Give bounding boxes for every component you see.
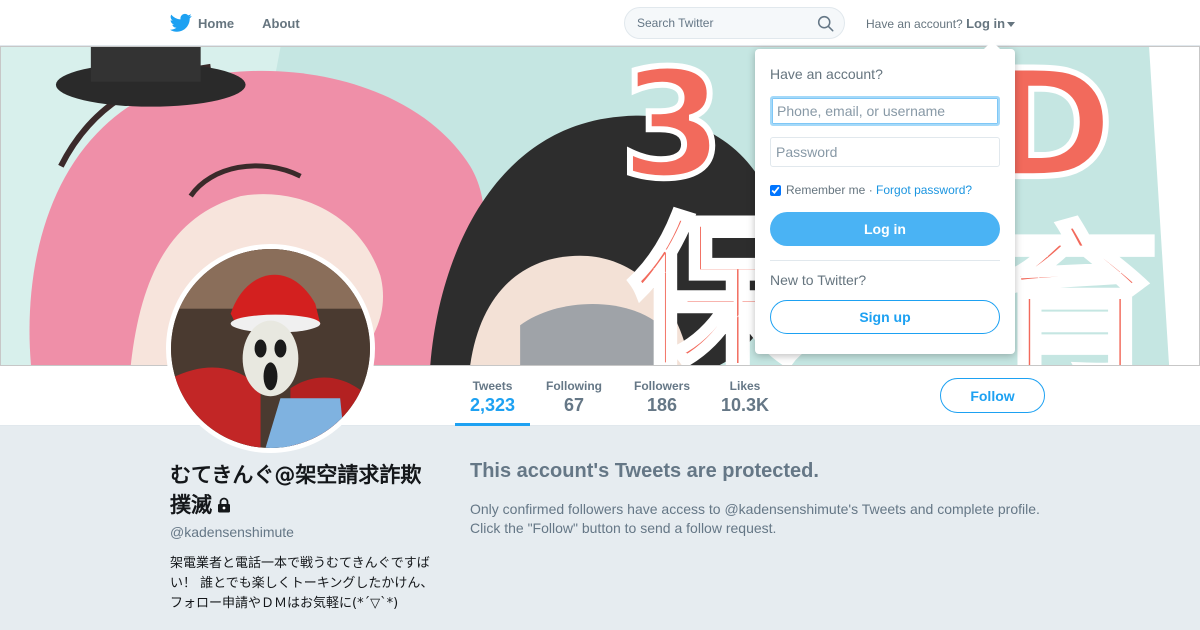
profile-name-row: むてきんぐ@架空請求詐欺撲滅 (170, 460, 435, 520)
about-label: About (262, 15, 300, 31)
dropdown-arrow (984, 41, 1000, 49)
stat-followers-label: Followers (633, 379, 690, 393)
search-icon[interactable] (817, 15, 834, 32)
stat-likes-value: 10.3K (720, 395, 770, 415)
top-navigation-bar: Home About Have an account? Log in (0, 0, 1200, 46)
login-dropdown-title: Have an account? (770, 66, 883, 82)
screen-name[interactable]: @kadensenshimute (170, 524, 435, 540)
dropdown-divider (770, 260, 1000, 261)
stat-followers[interactable]: Followers 186 (626, 366, 698, 426)
protected-notice: This account's Tweets are protected. Onl… (470, 460, 1070, 538)
stat-tweets-label: Tweets (472, 379, 513, 393)
remember-me-checkbox[interactable] (770, 184, 781, 196)
separator-dot: · (868, 183, 873, 197)
follow-button[interactable]: Follow (940, 378, 1045, 413)
protected-message: Only confirmed followers have access to … (470, 501, 1040, 536)
nav-about[interactable]: About (262, 16, 300, 31)
twitter-bird-icon (170, 13, 192, 32)
login-dropdown: Have an account? Remember me · Forgot pa… (755, 41, 1015, 354)
stat-likes[interactable]: Likes 10.3K (712, 366, 778, 426)
nav-home[interactable]: Home (170, 13, 234, 33)
stat-following[interactable]: Following 67 (538, 366, 610, 426)
nav-left: Home About (170, 0, 328, 46)
have-account-area: Have an account? Log in (866, 16, 1016, 31)
stat-likes-label: Likes (729, 379, 761, 393)
avatar-image (171, 249, 370, 448)
password-field[interactable] (770, 137, 1000, 167)
login-dropdown-toggle[interactable]: Log in (966, 16, 1016, 31)
stat-following-value: 67 (563, 395, 585, 415)
new-to-twitter-label: New to Twitter? (770, 272, 867, 288)
stat-tweets-value: 2,323 (469, 395, 516, 415)
protected-title: This account's Tweets are protected. (470, 460, 819, 482)
login-submit-button[interactable]: Log in (770, 212, 1000, 246)
avatar[interactable] (166, 244, 375, 453)
search-input[interactable] (625, 8, 805, 38)
stat-followers-value: 186 (646, 395, 678, 415)
svg-text:3: 3 (620, 47, 724, 212)
login-link-label: Log in (966, 16, 1006, 31)
search-box (624, 7, 845, 39)
forgot-password-link[interactable]: Forgot password? (876, 183, 972, 197)
stat-following-label: Following (546, 379, 602, 393)
remember-row: Remember me · Forgot password? (770, 183, 972, 197)
profile-name[interactable]: むてきんぐ@架空請求詐欺撲滅 (170, 463, 421, 517)
profile-bio: 架電業者と電話一本で戦うむてきんぐですばい！ 誰とでも楽しくトーキングしたかけん… (170, 556, 434, 611)
caret-down-icon (1007, 22, 1016, 28)
profile-card: むてきんぐ@架空請求詐欺撲滅 @kadensenshimute 架電業者と電話一… (170, 460, 435, 614)
stat-tweets[interactable]: Tweets 2,323 (455, 366, 530, 426)
remember-me-label[interactable]: Remember me (786, 183, 865, 197)
signup-button[interactable]: Sign up (770, 300, 1000, 334)
home-label: Home (198, 15, 235, 31)
lock-icon (218, 497, 230, 513)
have-account-text: Have an account? (866, 17, 963, 31)
username-field[interactable] (770, 96, 1000, 126)
